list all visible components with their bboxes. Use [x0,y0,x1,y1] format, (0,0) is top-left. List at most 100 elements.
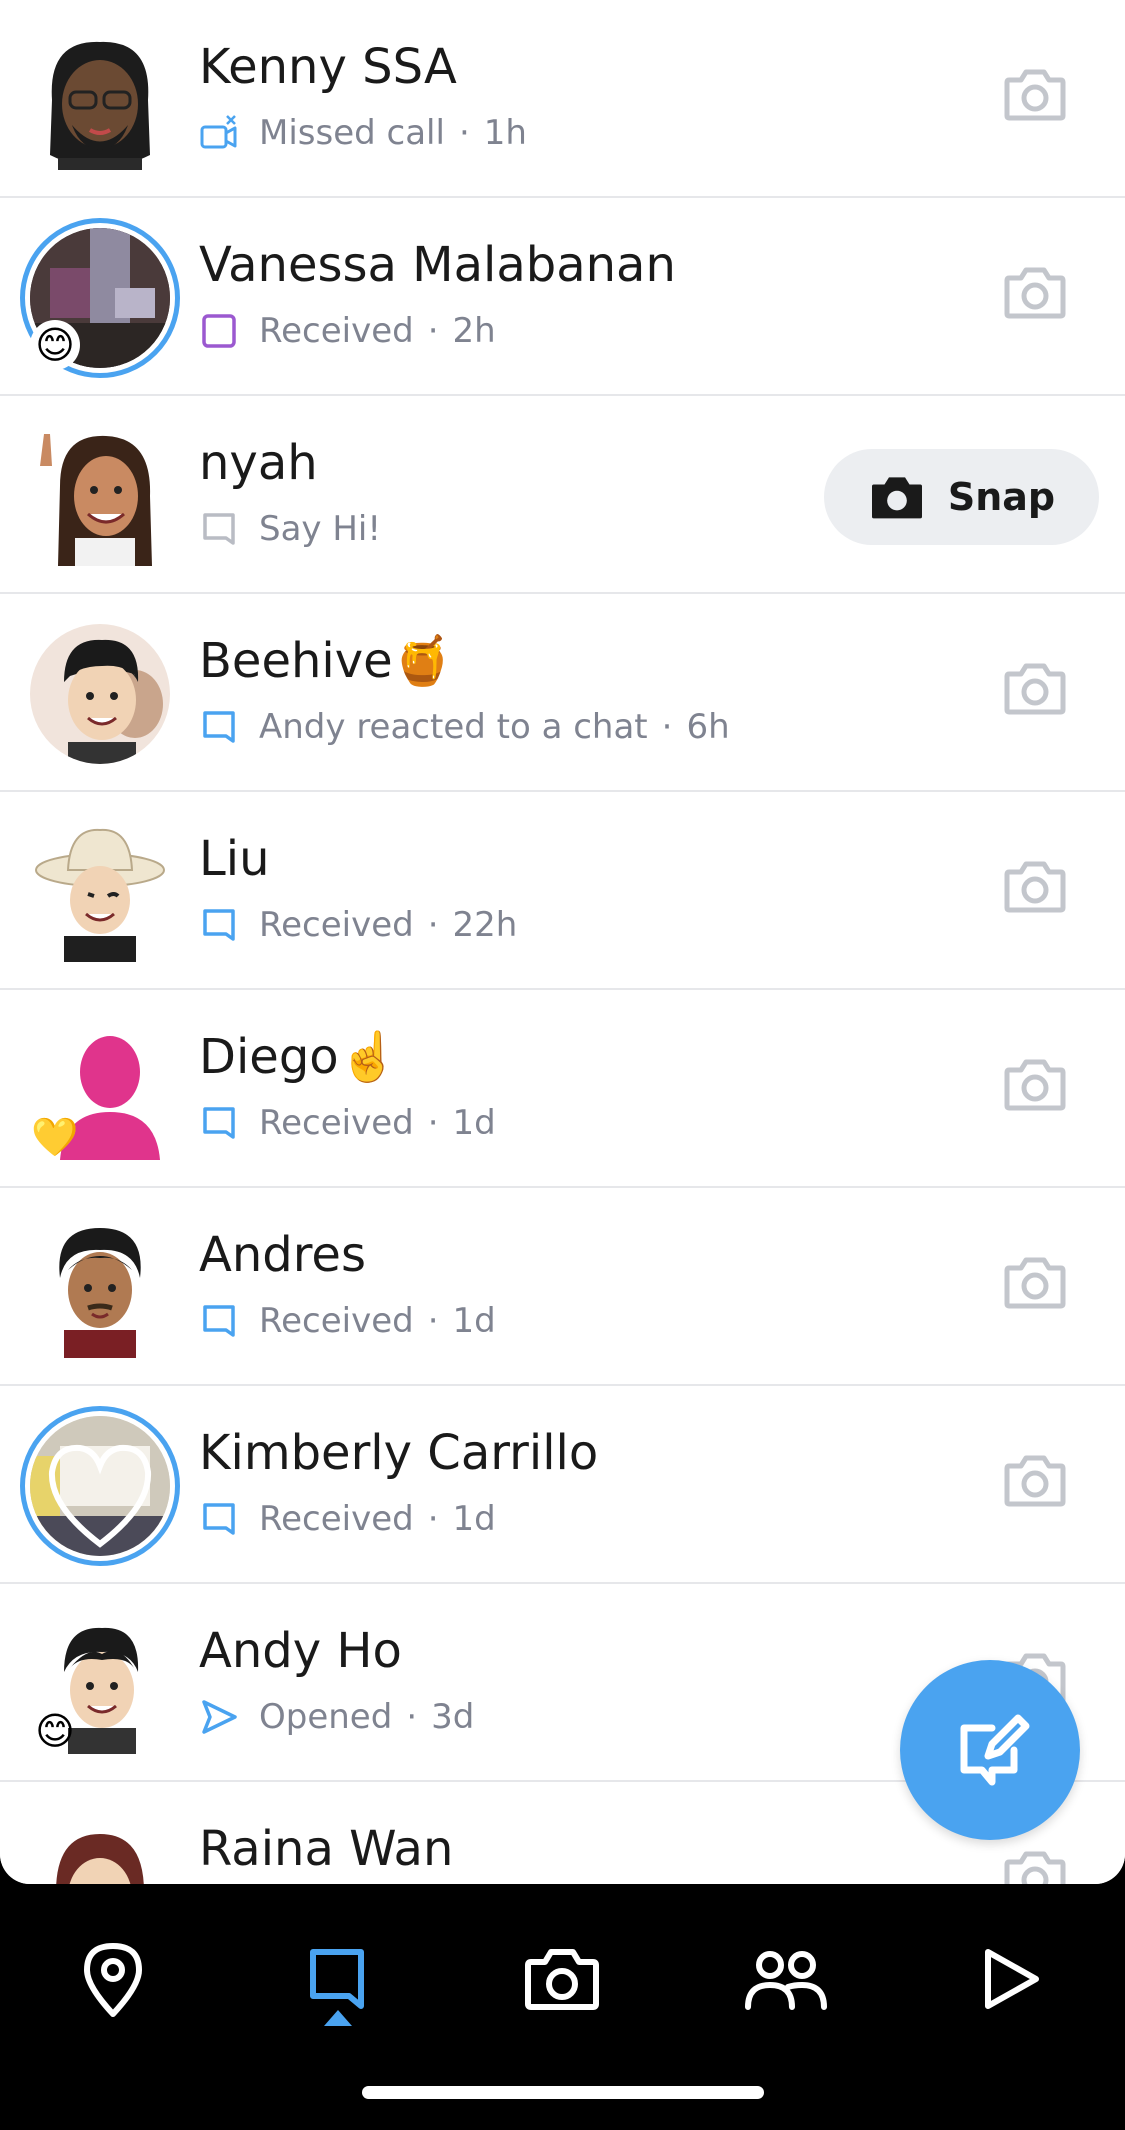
chat-name: Liu [199,831,270,887]
home-indicator[interactable] [362,2086,764,2099]
camera-reply-button[interactable] [1003,660,1067,716]
group-avatar [30,624,170,764]
time-separator: · [427,1103,439,1143]
friends-icon [745,1951,827,2010]
chat-bubble-icon [203,711,235,743]
status-text: Received [259,1301,414,1341]
camera-reply-button[interactable] [1003,264,1067,320]
chat-row[interactable]: Kenny SSA Missed call · 1h [0,0,1125,198]
status-time: 1d [452,1499,496,1539]
chat-row[interactable]: Liu Received · 22h [0,792,1125,990]
status-time: 6h [686,707,730,747]
status-text: Received [259,311,414,351]
friend-emoji-badge: 😊 [35,1709,75,1753]
status-text: Missed call [259,113,445,153]
snap-button-label: Snap [947,475,1056,519]
nav-map[interactable] [68,1934,158,2024]
chat-status: Received · 22h [199,902,517,948]
friend-emoji-badge: 😊 [30,320,80,370]
chat-name: nyah [199,435,318,491]
camera-icon [871,477,922,519]
time-separator: · [458,113,470,153]
nav-friends[interactable] [741,1934,831,2024]
time-separator: · [427,1301,439,1341]
camera-reply-button[interactable] [1003,1452,1067,1508]
chat-status: Andy reacted to a chat · 6h [199,704,730,750]
nav-spotlight[interactable] [966,1934,1056,2024]
status-text: Received [259,1103,414,1143]
chat-status: Received · 1d [199,1496,496,1542]
time-separator: · [427,1499,439,1539]
new-chat-button[interactable] [900,1660,1080,1840]
camera-reply-button[interactable] [1003,1254,1067,1310]
story-thumbnail [30,1416,170,1556]
chat-name: Vanessa Malabanan [199,237,676,293]
camera-reply-button[interactable] [1003,858,1067,914]
chat-bubble-icon [203,1503,235,1535]
avatar[interactable]: 😊 [30,1614,170,1754]
avatar[interactable]: 💛 [30,1020,170,1160]
camera-icon [1004,1257,1066,1309]
chat-status: Opened · 3d [199,1694,474,1740]
status-time: 3d [431,1697,475,1737]
chat-row[interactable]: Beehive🍯 Andy reacted to a chat · 6h [0,594,1125,792]
nav-camera[interactable] [517,1934,607,2024]
missed-video-call-icon [200,115,237,149]
status-time: 1d [452,1301,496,1341]
chat-status: Received · 1d [199,1100,496,1146]
chat-row[interactable]: Andres Received · 1d [0,1188,1125,1386]
friend-emoji-badge: 💛 [31,1115,79,1159]
avatar[interactable] [30,426,170,566]
camera-reply-button[interactable] [1003,66,1067,122]
avatar[interactable] [20,1406,180,1566]
chat-status: Missed call · 1h [199,110,527,156]
status-text: Say Hi! [259,509,381,549]
active-tab-indicator [324,2010,352,2026]
chat-name: Andres [199,1227,366,1283]
camera-icon [1004,69,1066,121]
time-separator: · [406,1697,418,1737]
chat-list: Kenny SSA Missed call · 1h 😊 Vanessa Mal… [0,0,1125,1884]
chat-row[interactable]: 💛 Diego☝️ Received · 1d [0,990,1125,1188]
chat-bubble-icon [203,1107,235,1139]
avatar[interactable] [30,822,170,962]
status-text: Opened [259,1697,393,1737]
chat-icon [310,1949,364,2009]
time-separator: · [427,905,439,945]
chat-row[interactable]: Kimberly Carrillo Received · 1d [0,1386,1125,1584]
time-separator: · [427,311,439,351]
avatar[interactable] [30,30,170,170]
camera-icon [1004,663,1066,715]
status-text: Received [259,1499,414,1539]
chat-status: Say Hi! [199,506,381,552]
chat-row[interactable]: 😊 Vanessa Malabanan Received · 2h [0,198,1125,396]
avatar[interactable] [30,1812,170,1884]
chat-name: Kimberly Carrillo [199,1425,599,1481]
chat-row[interactable]: nyah Say Hi! Snap [0,396,1125,594]
status-time: 22h [452,905,518,945]
received-snap-icon [202,314,236,348]
chat-status: Received · 2h [199,308,496,354]
map-pin-icon [84,1943,142,2017]
opened-arrow-icon [202,1700,237,1734]
status-time: 1d [452,1103,496,1143]
chat-name: Kenny SSA [199,39,457,95]
camera-icon [1004,1455,1066,1507]
say-hi-chat-icon [203,513,235,545]
camera-icon [1004,267,1066,319]
avatar[interactable] [30,1218,170,1358]
snap-button[interactable]: Snap [824,449,1099,545]
chat-name: Raina Wan [199,1821,454,1877]
camera-icon [1004,1851,1066,1884]
compose-icon [960,1714,1030,1786]
status-time: 2h [452,311,496,351]
avatar[interactable] [30,624,170,764]
status-text: Andy reacted to a chat [259,707,648,747]
camera-reply-button[interactable] [1003,1056,1067,1112]
avatar[interactable]: 😊 [20,218,180,378]
chat-status: Received · 1d [199,1298,496,1344]
time-separator: · [661,707,673,747]
chat-name: Diego☝️ [199,1029,399,1085]
camera-reply-button[interactable] [1003,1848,1067,1884]
status-time: 1h [483,113,527,153]
